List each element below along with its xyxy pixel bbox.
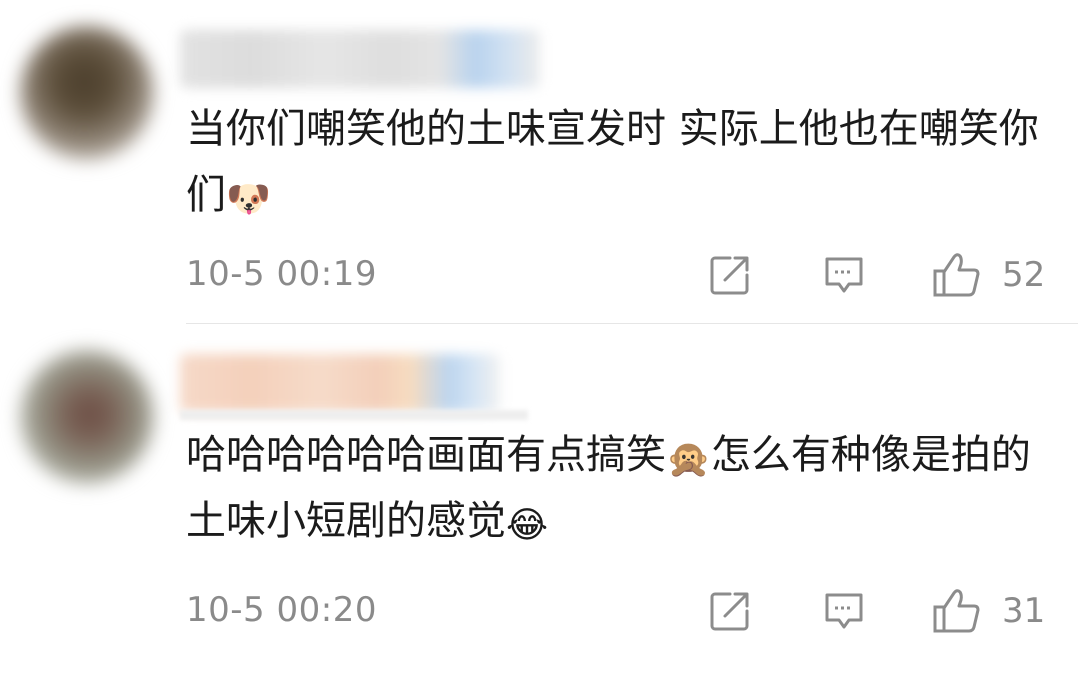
comment-item: 哈哈哈哈哈哈画面有点搞笑🙊怎么有种像是拍的土味小短剧的感觉😂 10-5 00:2… [0, 324, 1078, 677]
username-underline [180, 410, 528, 420]
thumbs-up-icon [932, 252, 982, 298]
doge-emoji: 🐶 [226, 179, 271, 220]
see-no-evil-monkey-emoji: 🙊 [666, 439, 711, 480]
username-blurred[interactable] [180, 30, 540, 88]
comment-actions: 52 [0, 250, 1078, 300]
comment-item: 当你们嘲笑他的土味宣发时 实际上他也在嘲笑你们🐶 10-5 00:19 52 [0, 0, 1078, 324]
comment-body: 哈哈哈哈哈哈画面有点搞笑 [186, 432, 666, 478]
like-button[interactable]: 31 [932, 586, 1045, 636]
comment-icon [822, 589, 866, 633]
comment-actions: 31 [0, 586, 1078, 636]
laughing-crying-emoji: 😂 [506, 505, 549, 546]
share-icon [708, 589, 752, 633]
reply-button[interactable] [822, 586, 866, 636]
reply-button[interactable] [822, 250, 866, 300]
username-blurred[interactable] [180, 354, 500, 412]
like-button[interactable]: 52 [932, 250, 1045, 300]
comment-text: 当你们嘲笑他的土味宣发时 实际上他也在嘲笑你们🐶 [186, 96, 1046, 228]
like-count: 52 [1002, 255, 1046, 295]
thumbs-up-icon [932, 588, 982, 634]
comment-body: 当你们嘲笑他的土味宣发时 实际上他也在嘲笑你们 [186, 106, 1039, 218]
avatar[interactable] [20, 350, 154, 484]
share-button[interactable] [708, 250, 752, 300]
comment-text: 哈哈哈哈哈哈画面有点搞笑🙊怎么有种像是拍的土味小短剧的感觉😂 [186, 422, 1046, 554]
share-button[interactable] [708, 586, 752, 636]
avatar[interactable] [20, 26, 154, 160]
comment-icon [822, 253, 866, 297]
like-count: 31 [1002, 591, 1046, 631]
share-icon [708, 253, 752, 297]
